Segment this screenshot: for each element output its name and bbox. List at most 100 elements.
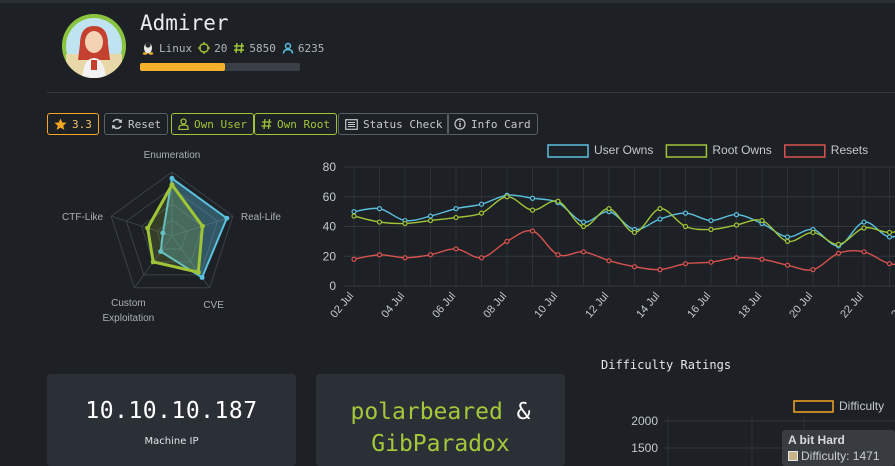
series-point [402,220,408,227]
root-owns-value: 6235 [297,41,325,55]
rating-value: 3.3 [72,117,92,131]
series-point [555,252,561,258]
series-point [886,261,893,267]
series-point [580,219,587,225]
legend-swatch [784,144,826,158]
series-point [886,234,893,240]
series-point [453,246,459,252]
linux-icon [142,42,154,55]
series-point [657,206,663,212]
tooltip-value: 1471 [852,449,880,463]
series-point [733,222,740,228]
x-tick-label: 20 Jul [787,290,815,320]
legend-label: Resets [831,143,868,157]
x-tick-label: 12 Jul [583,290,611,320]
makers-text: polarbeared & GibParadox [350,396,530,460]
own-root-button[interactable]: Own Root [254,113,337,135]
points-info: 20 [198,42,227,55]
own-user-button[interactable]: Own User [171,113,254,135]
y-tick-label: 1500 [631,441,658,455]
refresh-icon [112,118,122,130]
series-point [427,252,434,258]
status-check-button[interactable]: Status Check [338,113,450,135]
tooltip-title: A bit Hard [788,433,845,447]
y-tick-label: 0 [329,279,336,293]
radar-point [224,215,230,221]
series-point [835,250,842,256]
list-icon [345,118,358,130]
line-chart-series [351,192,895,273]
series-point [529,228,536,234]
tooltip-label: Difficulty [801,449,847,463]
series-point [555,198,561,204]
series-point [606,258,612,264]
hash-icon [261,118,272,130]
series-point [453,206,459,212]
radar-axis-label: Enumeration [144,150,201,161]
line-chart: 0 20 40 60 80 02 Jul 04 Jul 06 Jul 08 Jul 10 Jul 1… [323,143,895,320]
series-point [733,211,740,218]
maker-separator: & [516,399,531,425]
rating-button[interactable]: 3.3 [47,113,99,135]
series-point [861,225,867,231]
reset-button[interactable]: Reset [104,113,169,135]
series-point [708,217,714,224]
series-point [427,217,434,224]
series-point [861,219,867,225]
y-tick-label: 80 [323,160,337,174]
info-card-button[interactable]: Info Card [447,113,538,135]
radar-point [195,269,201,275]
status-check-label: Status Check [363,117,443,131]
series-point [606,206,612,212]
series-point [402,255,408,261]
machine-ip-label: Machine IP [144,436,199,447]
series-point [453,214,459,221]
root-owns-info: 5850 [233,42,276,55]
series-point [376,219,383,225]
x-tick-label: 14 Jul [634,290,662,320]
series-point [529,207,536,213]
x-tick-label: 02 Jul [328,290,356,320]
legend-swatch [547,144,589,158]
radar-series [145,175,230,280]
series-point [504,194,510,200]
series-point [682,223,689,230]
user-owns-info: 6235 [282,41,325,55]
series-point [657,267,663,273]
series-point [631,229,638,236]
radar-point [150,259,156,265]
machine-ip[interactable]: 10.10.10.187 [85,398,257,424]
user-icon [178,118,189,130]
legend-label: Root Owns [712,143,771,157]
machine-meta: Linux 20 5850 6235 [141,40,330,56]
series-point [529,195,536,201]
legend-label: Difficulty [839,399,884,413]
x-tick-label: 10 Jul [532,290,560,320]
radar-point [199,223,205,229]
series-point [810,229,816,236]
x-tick-label: 22 Jul [838,290,866,320]
difficulty-tooltip: A bit Hard Difficulty: 1471 [782,430,895,466]
x-tick-label: 04 Jul [379,290,407,320]
series-point [861,249,867,255]
maker-link-second[interactable]: GibParadox [371,431,509,457]
y-tick-label: 60 [323,190,337,204]
series-point [657,216,663,222]
series-point [478,210,485,216]
maker-link-first[interactable]: polarbeared [350,399,502,425]
series-point [835,241,842,247]
series-line [353,229,895,271]
series-point [580,249,587,255]
radar-point [169,175,175,181]
os-label: Linux [159,41,193,55]
series-point [682,261,689,267]
series-point [478,201,485,207]
series-point [631,264,638,270]
x-tick-label: 08 Jul [481,290,509,320]
radar-point [199,274,205,280]
series-point [759,256,765,262]
series-point [784,234,791,240]
machine-ip-card: 10.10.10.187 Machine IP [47,374,296,466]
series-point [886,229,893,236]
machine-progress-bar [140,63,300,71]
